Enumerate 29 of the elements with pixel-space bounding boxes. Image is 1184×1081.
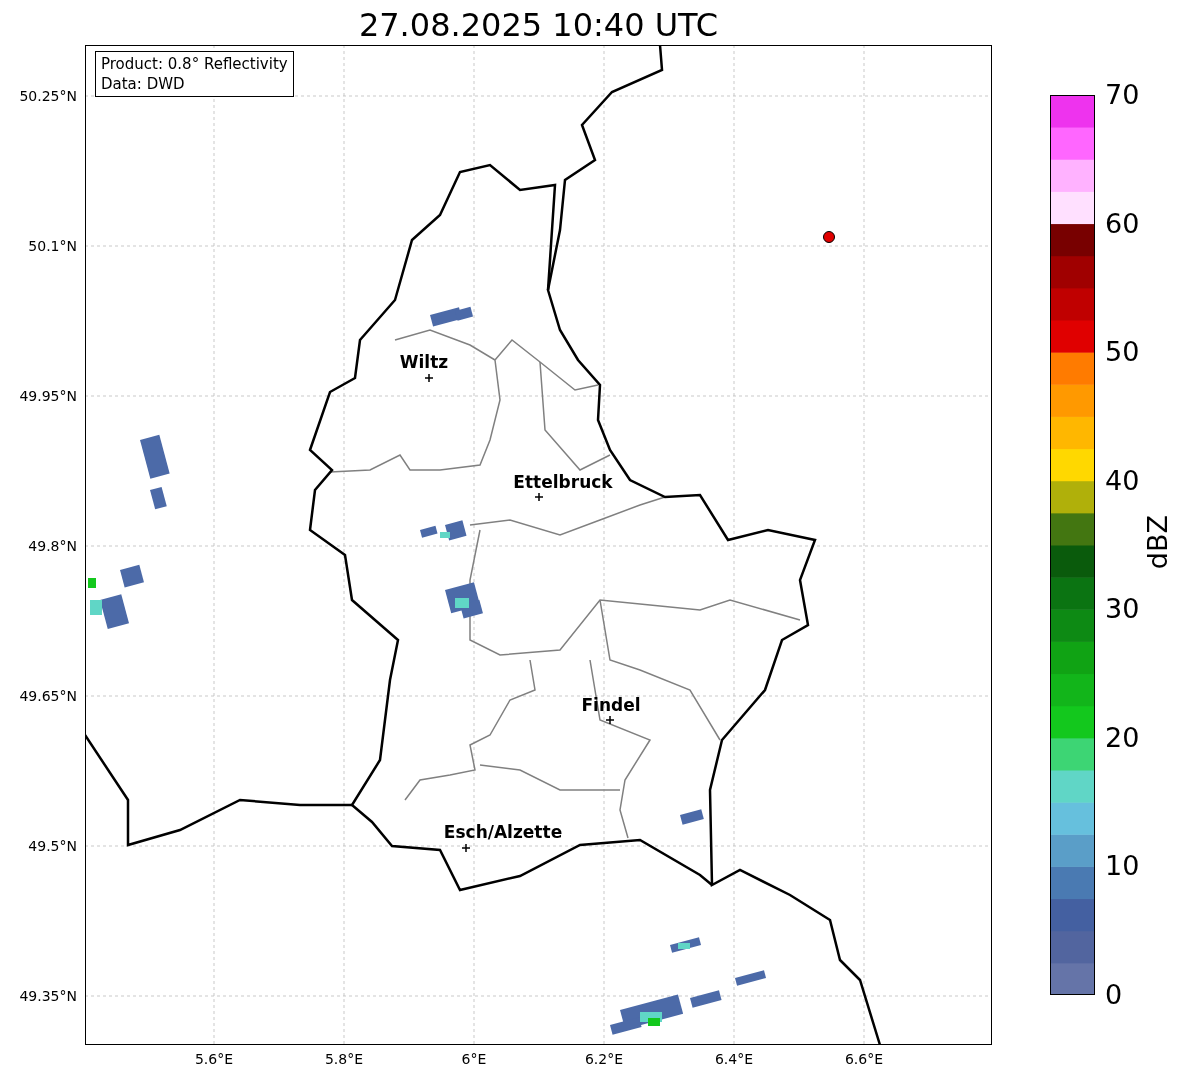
longitude-label: 6°E: [461, 1051, 487, 1067]
city-label: Esch/Alzette: [443, 822, 563, 842]
scale-label: 30: [1105, 594, 1140, 625]
latitude-label: 49.95°N: [19, 388, 77, 404]
scale-label: 0: [1105, 980, 1123, 1010]
scale-label: 60: [1105, 208, 1140, 239]
city-label: Ettelbruck: [513, 472, 613, 492]
longitude-label: 5.6°E: [194, 1051, 234, 1067]
info-text: Product: 0.8° Reflectivity: [101, 54, 288, 74]
latitude-label: 49.35°N: [19, 988, 77, 1004]
latitude-label: 50.1°N: [28, 238, 77, 254]
latitude-label: 50.25°N: [19, 88, 77, 104]
scale-label: 40: [1105, 465, 1140, 496]
latitude-label: 49.5°N: [28, 838, 77, 854]
city-label: Findel: [581, 695, 641, 715]
scale-label: 10: [1105, 851, 1140, 882]
longitude-label: 6.2°E: [584, 1051, 624, 1067]
longitude-label: 5.8°E: [324, 1051, 364, 1067]
latitude-label: 49.8°N: [28, 538, 77, 554]
scale-label: 20: [1105, 722, 1140, 753]
scale-label: 50: [1105, 337, 1140, 368]
info-text: Data: DWD: [101, 74, 186, 94]
scale-label: 70: [1105, 80, 1140, 110]
map-title: 27.08.2025 10:40 UTC: [358, 5, 719, 45]
unit-label: dBZ: [1143, 515, 1173, 570]
longitude-label: 6.6°E: [844, 1051, 884, 1067]
latitude-label: 49.65°N: [19, 688, 77, 704]
city-label: Wiltz: [399, 352, 449, 372]
longitude-label: 6.4°E: [714, 1051, 754, 1067]
